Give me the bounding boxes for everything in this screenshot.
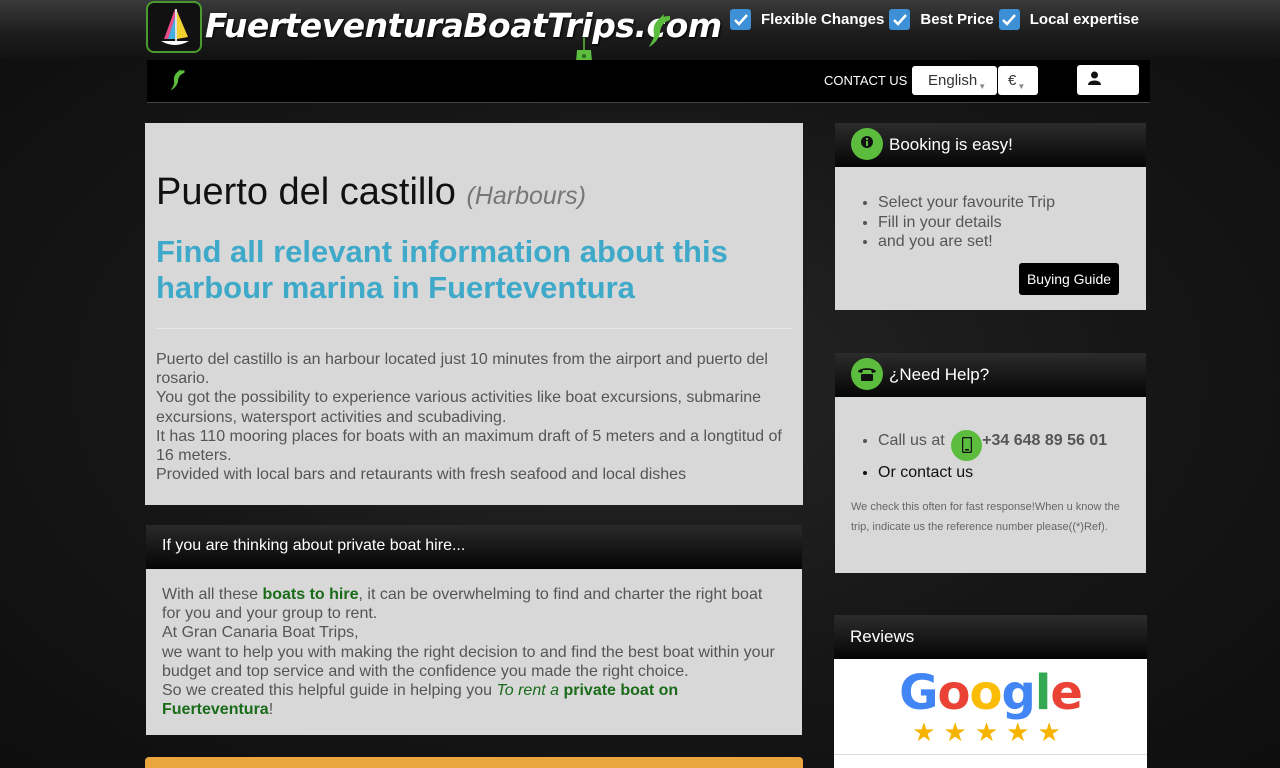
page-title: Puerto del castillo (Harbours) [156,171,793,214]
contact-label: Or contact us [878,463,974,481]
description-line: It has 110 mooring places for boats with… [156,427,782,465]
booking-header: Booking is easy! [835,123,1146,167]
dolphin-icon [649,14,670,47]
feature-label: Local expertise [1029,11,1139,28]
mobile-phone-icon [951,429,983,461]
text: So we created this helpful guide in help… [162,682,497,700]
nav-bar: CONTACT US English▼ €▼ [147,60,1150,103]
currency-value: € [1008,72,1017,89]
feature-best-price: Best Price [889,9,994,30]
feature-local-expertise: Local expertise [998,9,1139,30]
info-icon [851,128,883,160]
booking-title: Booking is easy! [889,135,1013,154]
telephone-icon [851,358,883,390]
home-dolphin-icon[interactable] [169,69,187,91]
contact-us-link[interactable]: CONTACT US [824,73,907,88]
list-item: Fill in your details [878,213,1146,233]
contact-us-item[interactable]: Or contact us [878,461,1146,485]
feature-badges: Flexible Changes Best Price Local expert… [730,9,1142,30]
chevron-down-icon: ▼ [978,82,987,91]
call-label: Call us at [878,432,945,449]
help-title: ¿Need Help? [889,365,990,384]
site-logo-text[interactable]: FuerteventuraBoatTrips.com [205,6,722,45]
boat-hire-title: If you are thinking about private boat h… [146,525,802,569]
category-label: (Harbours) [466,182,586,210]
top-header: FuerteventuraBoatTrips.com Flexible Chan… [0,0,1280,78]
language-select[interactable]: English▼ [912,66,997,95]
help-panel: ¿Need Help? Call us at +34 648 89 56 01 … [835,353,1146,573]
description-line: Puerto del castillo is an harbour locate… [156,351,768,388]
feature-label: Flexible Changes [761,11,885,28]
reviews-panel: Reviews Google ★★★★★ [834,615,1147,768]
call-us-item: Call us at +34 648 89 56 01 [878,429,1146,461]
feature-label: Best Price [920,11,994,28]
text: ! [268,701,274,719]
checkmark-icon [998,9,1020,30]
help-note: We check this often for fast response!Wh… [851,500,1120,534]
currency-select[interactable]: €▼ [998,66,1038,95]
feature-flexible-changes: Flexible Changes [730,9,884,30]
user-icon [1088,71,1101,85]
user-account-button[interactable] [1077,65,1139,95]
phone-number-link[interactable]: +34 648 89 56 01 [982,432,1107,449]
google-logo[interactable]: Google [834,665,1147,721]
next-section-strip [145,757,803,768]
boats-to-hire-link[interactable]: boats to hire [262,586,358,603]
boat-hire-text: With all these boats to hire, it can be … [146,569,802,719]
list-item: and you are set! [878,232,1146,252]
reviews-title: Reviews [834,615,1147,659]
harbour-info-panel: Puerto del castillo (Harbours) Find all … [145,123,803,505]
help-options: Call us at +34 648 89 56 01 Or contact u… [835,397,1146,485]
list-item: Select your favourite Trip [878,193,1146,213]
logo-icon[interactable] [146,1,202,53]
text: At Gran Canaria Boat Trips, [162,624,359,642]
chevron-down-icon: ▼ [1017,82,1026,91]
checkmark-icon [889,9,911,30]
booking-panel: Booking is easy! Select your favourite T… [835,123,1146,310]
text: To rent a [496,682,564,700]
buying-guide-button[interactable]: Buying Guide [1019,263,1119,295]
text: With all these [162,586,263,603]
text: we want to help you with making the righ… [162,643,775,680]
harbour-name: Puerto del castillo [156,171,456,213]
description-line: Provided with local bars and retaurants … [156,466,687,484]
language-value: English [928,72,978,89]
divider [156,328,793,329]
description-line: You got the possibility to experience va… [156,389,762,426]
divider [834,754,1147,755]
harbour-description: Puerto del castillo is an harbour locate… [156,350,793,484]
boat-hire-panel: If you are thinking about private boat h… [146,525,802,735]
page-headline: Find all relevant information about this… [156,234,728,305]
booking-steps: Select your favourite Trip Fill in your … [835,167,1146,252]
help-header: ¿Need Help? [835,353,1146,397]
checkmark-icon [730,9,751,30]
rating-stars: ★★★★★ [912,717,1069,747]
